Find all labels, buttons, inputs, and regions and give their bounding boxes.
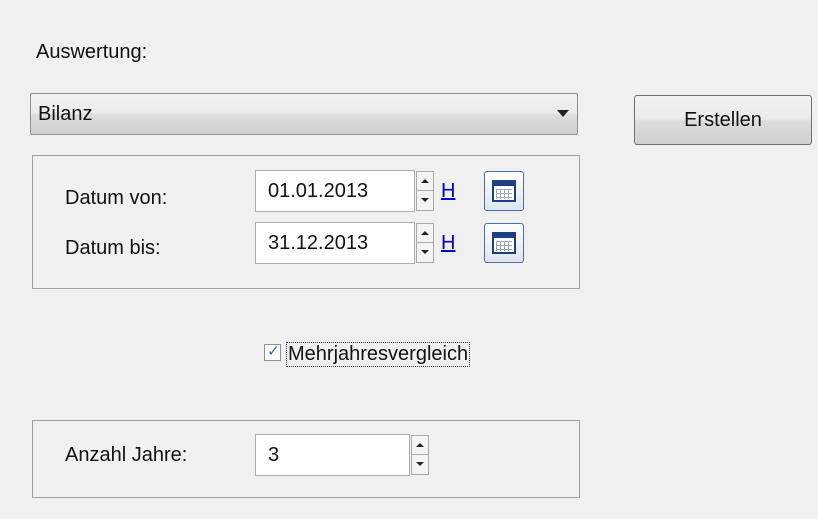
multi-year-label[interactable]: Mehrjahresvergleich	[286, 342, 471, 367]
evaluation-select-value: Bilanz	[38, 103, 93, 125]
calendar-icon[interactable]	[484, 171, 524, 211]
checkmark-icon: ✓	[267, 343, 280, 360]
multi-year-checkbox[interactable]: ✓	[264, 343, 281, 361]
date-from-label: Datum von:	[65, 187, 168, 209]
date-to-label: Datum bis:	[65, 237, 161, 259]
date-from-spinner[interactable]	[416, 171, 434, 211]
date-from-today-link[interactable]: H	[441, 180, 455, 203]
date-to-today-link[interactable]: H	[441, 232, 455, 255]
years-label: Anzahl Jahre:	[65, 444, 188, 466]
spin-down-icon[interactable]	[417, 243, 433, 262]
spin-up-icon[interactable]	[417, 172, 433, 191]
spin-up-icon[interactable]	[417, 224, 433, 243]
years-spinner[interactable]	[411, 435, 429, 475]
calendar-icon[interactable]	[484, 223, 524, 263]
date-to-spinner[interactable]	[416, 223, 434, 263]
years-field[interactable]	[255, 434, 410, 476]
evaluation-label: Auswertung:	[36, 41, 148, 63]
spin-up-icon[interactable]	[412, 436, 428, 455]
create-button[interactable]: Erstellen	[634, 95, 812, 145]
spin-down-icon[interactable]	[412, 455, 428, 474]
spin-down-icon[interactable]	[417, 191, 433, 210]
date-to-field[interactable]	[255, 222, 415, 264]
date-from-field[interactable]	[255, 170, 415, 212]
evaluation-select[interactable]: Bilanz	[30, 93, 578, 135]
chevron-down-icon[interactable]	[557, 110, 569, 117]
